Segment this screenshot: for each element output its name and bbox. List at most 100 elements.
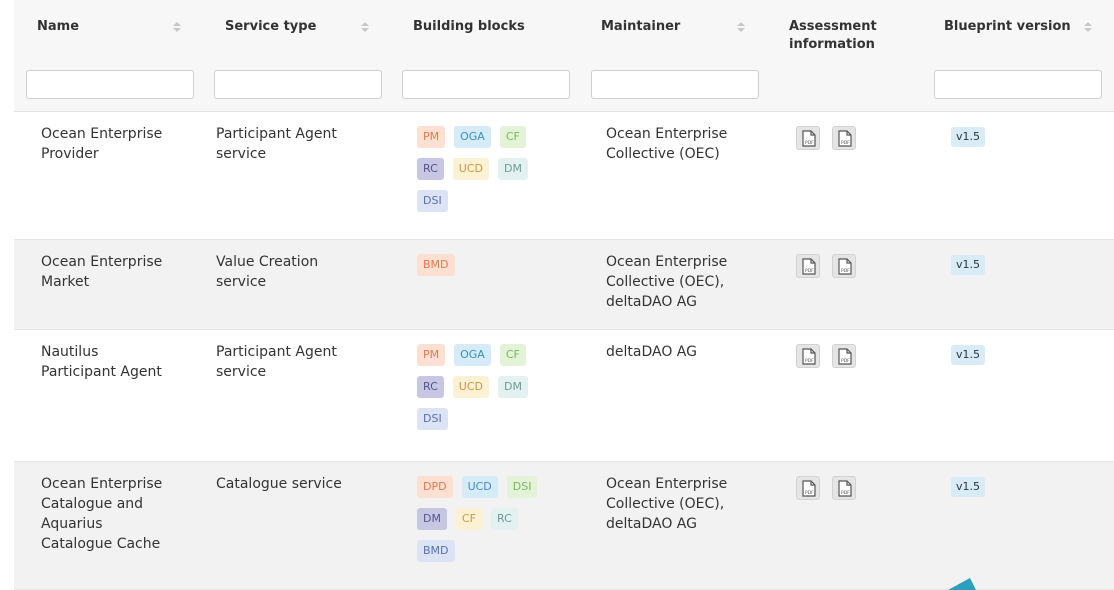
svg-text:PDF: PDF xyxy=(805,140,814,146)
column-header-assessment: Assessment information xyxy=(789,18,877,54)
pdf-document-icon[interactable]: PDF xyxy=(832,344,856,368)
maintainer-cell: Ocean Enterprise Collective (OEC), deltaDA… xyxy=(606,252,776,312)
assessment-header-line: Assessment xyxy=(789,19,877,34)
sort-arrows-icon[interactable] xyxy=(1084,22,1092,34)
cell-text-line: Nautilus xyxy=(41,344,99,360)
building-block-tag-dm[interactable]: DM xyxy=(497,376,528,398)
building-block-tag-cf[interactable]: CF xyxy=(455,508,482,530)
service-type-cell: Participant Agent service xyxy=(216,124,386,164)
pdf-document-icon[interactable]: PDF xyxy=(796,254,820,278)
cell-text-line: Collective (OEC) xyxy=(606,146,720,162)
sort-arrows-icon[interactable] xyxy=(737,22,745,34)
service-name-cell: Nautilus Participant Agent xyxy=(41,342,201,382)
pdf-document-icon[interactable]: PDF xyxy=(796,344,820,368)
building-blocks-cell: DPD UCD DSI DM CF RC BMD xyxy=(417,476,597,572)
building-block-tag-bmd[interactable]: BMD xyxy=(417,540,455,562)
cell-text-line: service xyxy=(216,146,267,162)
column-header-building-blocks: Building blocks xyxy=(413,19,525,34)
cell-text-line: Ocean Enterprise xyxy=(41,476,163,492)
cell-text-line: Collective (OEC), xyxy=(606,274,725,290)
assessment-header-line: information xyxy=(789,37,875,52)
building-block-tag-dm[interactable]: DM xyxy=(417,508,447,530)
column-header-blueprint-version[interactable]: Blueprint version xyxy=(944,18,1071,36)
building-block-tag-dsi[interactable]: DSI xyxy=(506,476,538,498)
building-block-tag-ucd[interactable]: UCD xyxy=(461,476,498,498)
building-block-tag-dm[interactable]: DM xyxy=(497,158,528,180)
building-blocks-cell: BMD xyxy=(417,254,597,286)
cell-text-line: Market xyxy=(41,274,90,290)
table-row: Ocean Enterprise Market Value Creation serv… xyxy=(14,240,1114,330)
building-block-tag-bmd[interactable]: BMD xyxy=(417,254,455,276)
building-block-tag-rc[interactable]: RC xyxy=(417,376,444,398)
svg-text:PDF: PDF xyxy=(841,268,850,274)
blueprint-version-cell: v1.5 xyxy=(951,476,1031,497)
corner-decoration-icon xyxy=(948,578,976,590)
building-block-tag-ucd[interactable]: UCD xyxy=(452,376,489,398)
table-row: Ocean Enterprise Provider Participant Agen… xyxy=(14,112,1114,240)
version-badge: v1.5 xyxy=(951,127,986,147)
filter-blueprint-input[interactable] xyxy=(934,70,1102,99)
column-header-maintainer[interactable]: Maintainer xyxy=(601,18,680,36)
table-row: Nautilus Participant Agent Participant Age… xyxy=(14,330,1114,462)
cell-text-line: Ocean Enterprise xyxy=(606,254,728,270)
filter-building-blocks-input[interactable] xyxy=(402,70,570,99)
building-block-tag-rc[interactable]: RC xyxy=(417,158,444,180)
table-header: Name Service type Building blocks Mainta… xyxy=(14,0,1114,112)
building-block-tag-rc[interactable]: RC xyxy=(490,508,518,530)
cell-text-line: Participant Agent xyxy=(41,364,162,380)
building-block-tag-dsi[interactable]: DSI xyxy=(417,190,448,212)
cell-text-line: Participant Agent xyxy=(216,344,337,360)
assessment-cell: PDF PDF xyxy=(796,476,916,506)
cell-text-line: Ocean Enterprise xyxy=(606,126,728,142)
svg-text:PDF: PDF xyxy=(805,490,814,496)
sort-arrows-icon[interactable] xyxy=(173,22,181,34)
blueprint-version-cell: v1.5 xyxy=(951,126,1031,147)
filter-name-input[interactable] xyxy=(26,70,194,99)
building-block-tag-oga[interactable]: OGA xyxy=(454,126,491,148)
filter-maintainer-input[interactable] xyxy=(591,70,759,99)
svg-text:PDF: PDF xyxy=(841,140,850,146)
pdf-document-icon[interactable]: PDF xyxy=(832,126,856,150)
column-header-service-type[interactable]: Service type xyxy=(225,18,316,36)
building-block-tag-ucd[interactable]: UCD xyxy=(452,158,489,180)
cell-text-line: deltaDAO AG xyxy=(606,294,697,310)
services-table: Name Service type Building blocks Mainta… xyxy=(14,0,1114,590)
cell-text-line: Value Creation xyxy=(216,254,319,270)
pdf-document-icon[interactable]: PDF xyxy=(796,126,820,150)
assessment-cell: PDF PDF xyxy=(796,254,916,284)
version-badge: v1.5 xyxy=(951,255,986,275)
building-block-tag-cf[interactable]: CF xyxy=(499,344,526,366)
cell-text-line: Participant Agent xyxy=(216,126,337,142)
building-block-tag-cf[interactable]: CF xyxy=(499,126,526,148)
maintainer-cell: Ocean Enterprise Collective (OEC), deltaDA… xyxy=(606,474,776,534)
filter-service-type-input[interactable] xyxy=(214,70,382,99)
cell-text-line: service xyxy=(216,274,267,290)
pdf-document-icon[interactable]: PDF xyxy=(796,476,820,500)
building-block-tag-pm[interactable]: PM xyxy=(417,126,446,148)
table-row: Ocean Enterprise Catalogue and Aquarius Cat… xyxy=(14,462,1114,590)
cell-text-line: Ocean Enterprise xyxy=(41,254,163,270)
assessment-cell: PDF PDF xyxy=(796,126,916,156)
building-block-tag-oga[interactable]: OGA xyxy=(454,344,491,366)
building-block-tag-dpd[interactable]: DPD xyxy=(417,476,453,498)
cell-text-line: Catalogue and xyxy=(41,496,144,512)
pdf-document-icon[interactable]: PDF xyxy=(832,254,856,278)
cell-text-line: service xyxy=(216,364,267,380)
service-type-cell: Value Creation service xyxy=(216,252,386,292)
pdf-document-icon[interactable]: PDF xyxy=(832,476,856,500)
cell-text-line: Provider xyxy=(41,146,99,162)
column-header-name[interactable]: Name xyxy=(37,18,79,36)
sort-arrows-icon[interactable] xyxy=(361,22,369,34)
service-type-cell: Participant Agent service xyxy=(216,342,386,382)
version-badge: v1.5 xyxy=(951,345,986,365)
service-name-cell: Ocean Enterprise Provider xyxy=(41,124,201,164)
blueprint-version-cell: v1.5 xyxy=(951,344,1031,365)
cell-text-line: Catalogue service xyxy=(216,476,342,492)
svg-text:PDF: PDF xyxy=(805,358,814,364)
svg-text:PDF: PDF xyxy=(805,268,814,274)
building-block-tag-dsi[interactable]: DSI xyxy=(417,408,448,430)
blueprint-version-cell: v1.5 xyxy=(951,254,1031,275)
building-blocks-cell: PM OGA CF RC UCD DM DSI xyxy=(417,344,597,440)
maintainer-cell: deltaDAO AG xyxy=(606,342,776,362)
building-block-tag-pm[interactable]: PM xyxy=(417,344,446,366)
